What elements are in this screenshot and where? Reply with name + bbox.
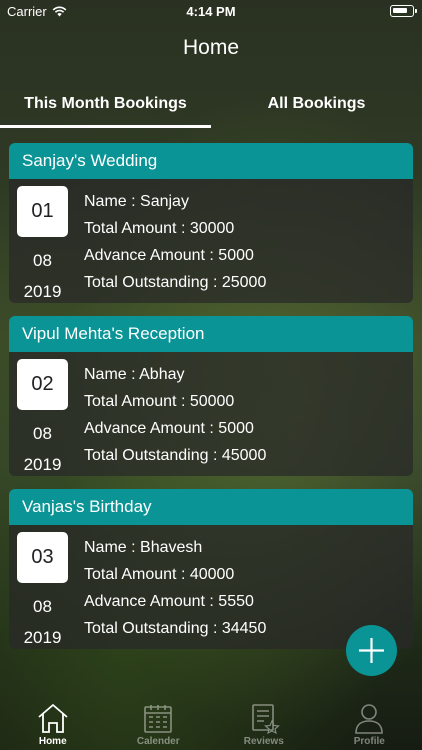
total-amount: Total Amount : 30000 [84, 220, 235, 237]
booking-day: 02 [17, 359, 68, 410]
tabbar-label: Profile [353, 736, 385, 747]
client-name: Name : Sanjay [84, 193, 189, 210]
booking-month: 08 [33, 424, 52, 443]
booking-year: 2019 [23, 628, 62, 647]
booking-details: 02 08 2019 Name : Abhay Total Amount : 5… [9, 352, 413, 476]
battery-icon [390, 5, 417, 17]
booking-year: 2019 [23, 455, 62, 474]
booking-month: 08 [33, 251, 52, 270]
tab-this-month-bookings[interactable]: This Month Bookings [0, 84, 211, 130]
tabbar-label: Reviews [243, 736, 284, 747]
booking-card[interactable]: Vipul Mehta's Reception 02 08 2019 Name … [9, 316, 413, 476]
plus-icon [359, 638, 384, 663]
booking-info: Name : Abhay Total Amount : 50000 Advanc… [84, 366, 266, 474]
client-name: Name : Abhay [84, 366, 185, 383]
total-outstanding: Total Outstanding : 34450 [84, 620, 267, 637]
home-icon [38, 703, 68, 733]
booking-card[interactable]: Sanjay's Wedding 01 08 2019 Name : Sanja… [9, 143, 413, 303]
booking-month: 08 [33, 597, 52, 616]
bottom-tab-bar: Home Calender Reviews Profile [0, 700, 422, 750]
client-name: Name : Bhavesh [84, 539, 203, 556]
page-title: Home [182, 36, 240, 59]
tabbar-item-calender[interactable]: Calender [106, 700, 212, 750]
reviews-icon [251, 704, 280, 734]
booking-day: 03 [17, 532, 68, 583]
booking-info: Name : Bhavesh Total Amount : 40000 Adva… [84, 539, 266, 647]
advance-amount: Advance Amount : 5000 [84, 420, 254, 437]
total-outstanding: Total Outstanding : 45000 [84, 447, 267, 464]
booking-year: 2019 [23, 282, 62, 301]
status-bar: Carrier 4:14 PM [0, 0, 422, 22]
add-booking-button[interactable] [346, 625, 397, 676]
booking-tabs: This Month Bookings All Bookings [0, 84, 422, 130]
booking-details: 03 08 2019 Name : Bhavesh Total Amount :… [9, 525, 413, 649]
booking-info: Name : Sanjay Total Amount : 30000 Advan… [84, 193, 266, 301]
tabbar-item-profile[interactable]: Profile [317, 700, 422, 750]
status-time: 4:14 PM [186, 4, 236, 19]
tabbar-item-home[interactable]: Home [0, 700, 106, 750]
booking-title: Sanjay's Wedding [9, 143, 413, 179]
tabbar-label: Home [38, 736, 67, 747]
total-amount: Total Amount : 50000 [84, 393, 235, 410]
booking-details: 01 08 2019 Name : Sanjay Total Amount : … [9, 179, 413, 303]
advance-amount: Advance Amount : 5550 [84, 593, 254, 610]
total-amount: Total Amount : 40000 [84, 566, 235, 583]
booking-title: Vanjas's Birthday [9, 489, 413, 525]
tabbar-item-reviews[interactable]: Reviews [211, 700, 317, 750]
booking-title: Vipul Mehta's Reception [9, 316, 413, 352]
tabbar-label: Calender [136, 736, 180, 747]
total-outstanding: Total Outstanding : 25000 [84, 274, 267, 291]
calendar-icon [144, 705, 173, 733]
booking-card[interactable]: Vanjas's Birthday 03 08 2019 Name : Bhav… [9, 489, 413, 649]
booking-day: 01 [17, 186, 68, 237]
tab-all-bookings[interactable]: All Bookings [211, 84, 422, 130]
profile-icon [355, 704, 384, 734]
advance-amount: Advance Amount : 5000 [84, 247, 254, 264]
